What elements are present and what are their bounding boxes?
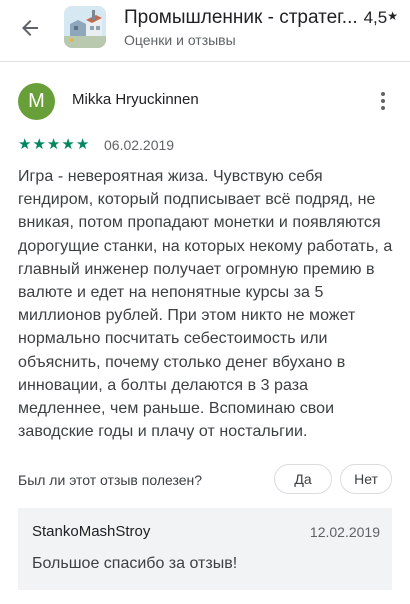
star-rating: ★ ★ ★ ★ ★ bbox=[18, 137, 89, 152]
rating-value: 4,5 bbox=[363, 8, 388, 27]
reply-date: 12.02.2019 bbox=[309, 524, 380, 540]
star-icon: ★ bbox=[46, 136, 61, 153]
back-button[interactable] bbox=[14, 12, 46, 44]
review-date: 06.02.2019 bbox=[104, 137, 175, 153]
developer-reply: StankoMashStroy 12.02.2019 Большое спаси… bbox=[18, 508, 392, 590]
arrow-back-icon bbox=[22, 20, 38, 36]
reply-text: Большое спасибо за отзыв! bbox=[32, 555, 238, 572]
star-icon: ★ bbox=[75, 136, 90, 153]
review-author: Mikka Hryuckinnen bbox=[72, 91, 199, 108]
helpful-yes-button[interactable]: Да bbox=[274, 464, 332, 494]
reply-author: StankoMashStroy bbox=[32, 523, 151, 540]
app-bar: Промышленник - стратег... Оценки и отзыв… bbox=[0, 0, 410, 62]
more-options-button[interactable] bbox=[372, 88, 394, 114]
review-text: Игра - невероятная жиза. Чувствую себя г… bbox=[18, 168, 393, 441]
avatar: M bbox=[18, 83, 55, 120]
page-subtitle: Оценки и отзывы bbox=[124, 32, 236, 48]
app-title: Промышленник - стратег... bbox=[124, 7, 358, 28]
more-vert-icon bbox=[381, 92, 385, 96]
star-icon: ★ bbox=[18, 136, 32, 153]
star-icon: ★ bbox=[61, 136, 75, 153]
star-icon: ★ bbox=[387, 9, 398, 23]
app-icon[interactable] bbox=[64, 6, 106, 48]
helpful-question: Был ли этот отзыв полезен? bbox=[18, 472, 203, 488]
factory-icon bbox=[64, 6, 106, 48]
star-icon: ★ bbox=[32, 136, 46, 153]
app-rating: 4,5★ bbox=[364, 8, 398, 28]
header-divider bbox=[0, 61, 410, 62]
helpful-no-button[interactable]: Нет bbox=[340, 464, 392, 494]
